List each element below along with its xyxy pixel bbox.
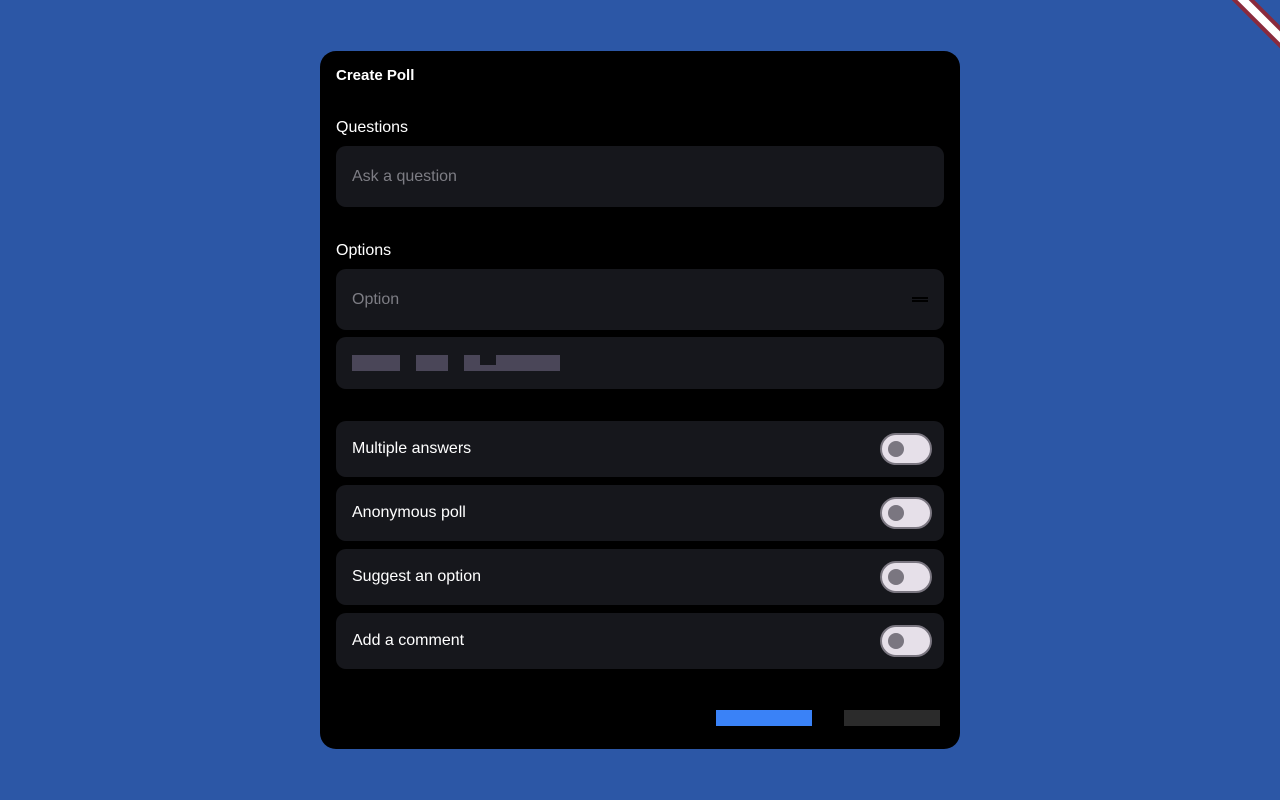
skeleton-block bbox=[464, 355, 560, 371]
option-input[interactable]: Option bbox=[336, 269, 944, 330]
switch-thumb bbox=[888, 505, 904, 521]
switch-thumb bbox=[888, 569, 904, 585]
multiple-answers-switch[interactable] bbox=[880, 433, 932, 465]
toggle-row-suggest-option: Suggest an option bbox=[336, 549, 944, 605]
skeleton-notch bbox=[480, 355, 496, 365]
dialog-title: Create Poll bbox=[336, 67, 415, 84]
create-poll-dialog: Create Poll Questions Ask a question Opt… bbox=[320, 51, 960, 749]
toggle-row-add-comment: Add a comment bbox=[336, 613, 944, 669]
question-placeholder: Ask a question bbox=[352, 167, 457, 185]
drag-handle-icon[interactable] bbox=[912, 297, 928, 302]
toggle-row-multiple-answers: Multiple answers bbox=[336, 421, 944, 477]
toggle-label: Anonymous poll bbox=[352, 504, 466, 521]
switch-thumb bbox=[888, 633, 904, 649]
options-label: Options bbox=[336, 242, 392, 259]
secondary-action-button[interactable] bbox=[844, 710, 940, 726]
add-option-placeholder-row[interactable] bbox=[336, 337, 944, 389]
toggle-row-anonymous-poll: Anonymous poll bbox=[336, 485, 944, 541]
switch-thumb bbox=[888, 441, 904, 457]
option-placeholder: Option bbox=[352, 290, 400, 308]
skeleton-block bbox=[416, 355, 448, 371]
questions-label: Questions bbox=[336, 119, 409, 136]
skeleton-block bbox=[352, 355, 400, 371]
add-comment-switch[interactable] bbox=[880, 625, 932, 657]
anonymous-poll-switch[interactable] bbox=[880, 497, 932, 529]
primary-action-button[interactable] bbox=[716, 710, 812, 726]
debug-banner bbox=[1220, 0, 1280, 60]
suggest-option-switch[interactable] bbox=[880, 561, 932, 593]
toggle-label: Suggest an option bbox=[352, 568, 481, 585]
toggle-label: Add a comment bbox=[352, 632, 465, 649]
debug-banner-stripe-inner bbox=[1230, 0, 1280, 57]
question-input[interactable]: Ask a question bbox=[336, 146, 944, 207]
toggle-label: Multiple answers bbox=[352, 440, 472, 457]
